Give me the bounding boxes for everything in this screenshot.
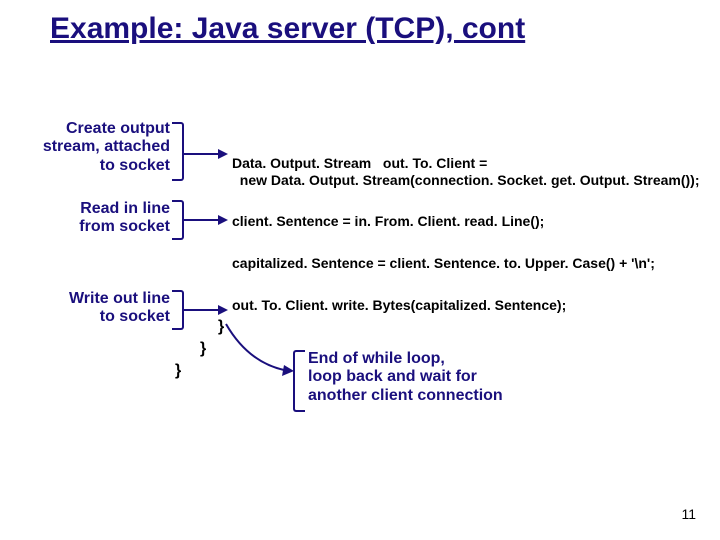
brace-close: } [200, 340, 206, 358]
code-readline: client. Sentence = in. From. Client. rea… [232, 213, 544, 230]
annotation-read-line: Read in linefrom socket [60, 200, 170, 237]
code-writebytes: out. To. Client. write. Bytes(capitalize… [232, 297, 566, 314]
arrow-icon [184, 304, 228, 316]
page-number: 11 [681, 506, 696, 522]
annotation-create-output: Create outputstream, attachedto socket [40, 120, 170, 175]
annotation-write-line: Write out lineto socket [50, 290, 170, 327]
bracket-icon [172, 122, 184, 181]
arrow-icon [226, 322, 296, 382]
arrow-icon [184, 214, 228, 226]
code-touppercase: capitalized. Sentence = client. Sentence… [232, 255, 655, 272]
brace-close: } [175, 362, 181, 380]
bracket-icon [293, 350, 305, 412]
arrow-icon [184, 148, 228, 160]
callout-end-loop: End of while loop,loop back and wait for… [308, 350, 503, 405]
bracket-icon [172, 290, 184, 330]
bracket-icon [172, 200, 184, 240]
slide: Example: Java server (TCP), cont Create … [0, 0, 720, 540]
code-dataoutputstream: Data. Output. Stream out. To. Client = n… [232, 155, 699, 189]
slide-title: Example: Java server (TCP), cont [50, 12, 525, 46]
brace-close: } [218, 318, 224, 336]
